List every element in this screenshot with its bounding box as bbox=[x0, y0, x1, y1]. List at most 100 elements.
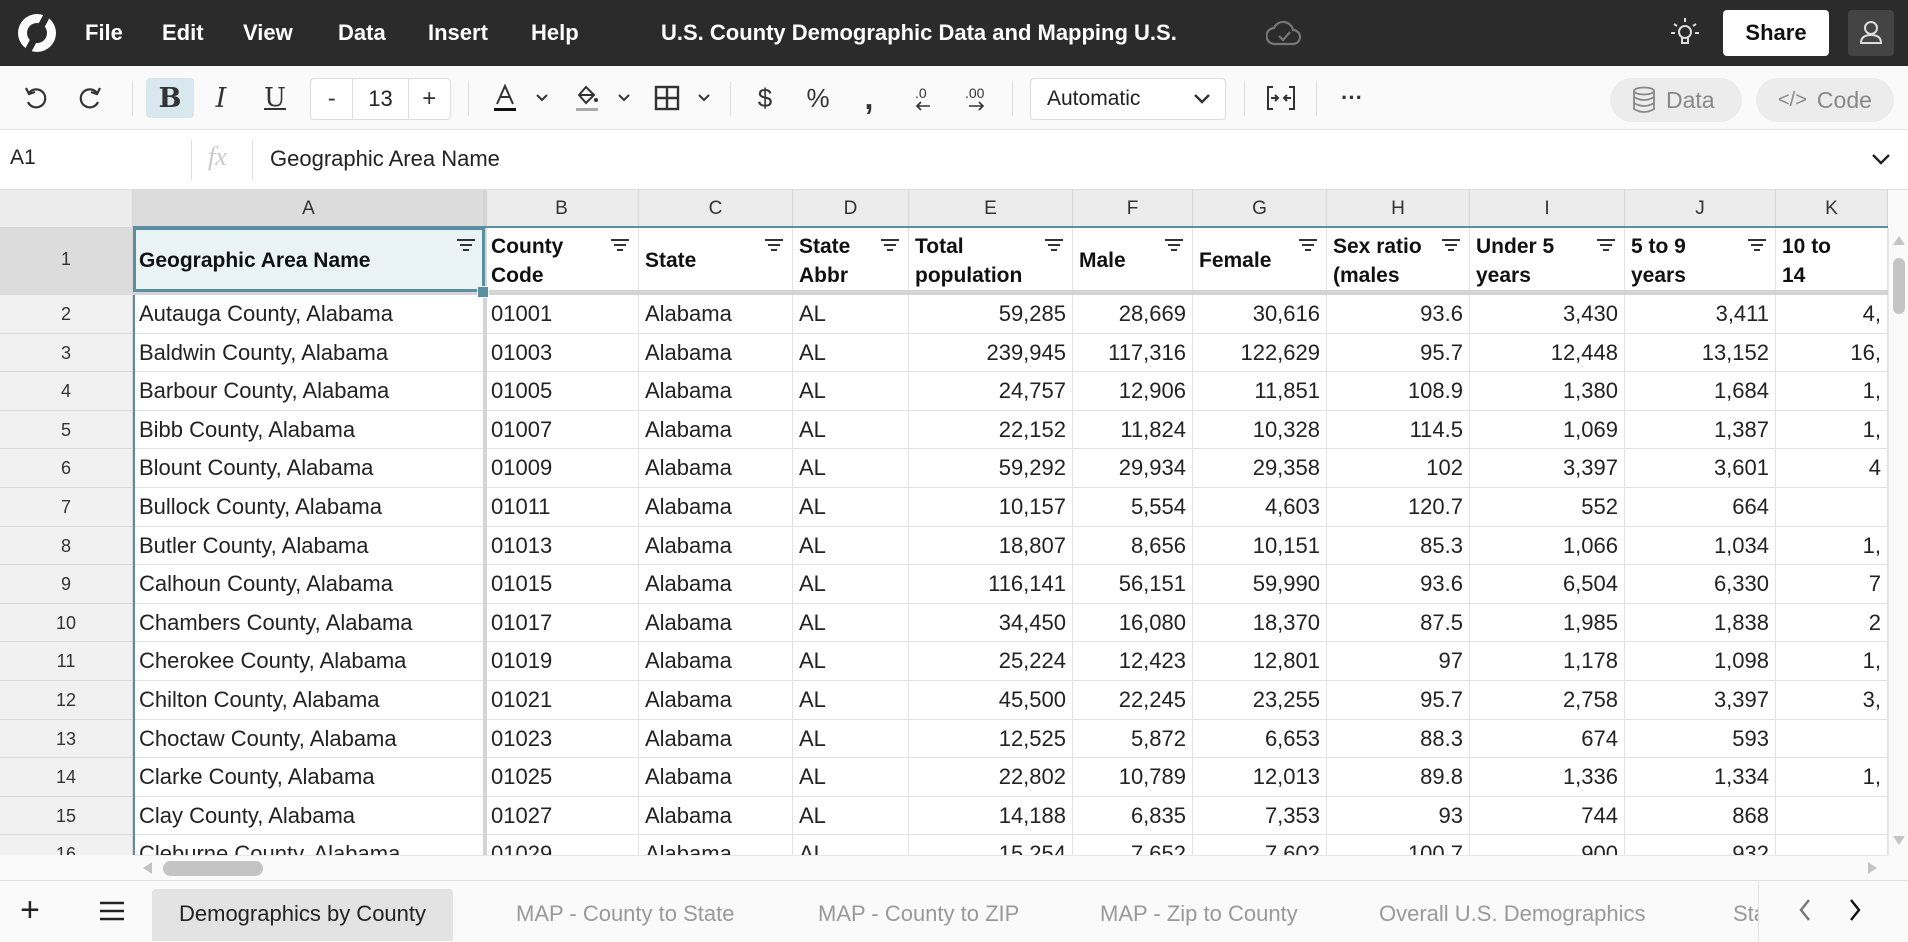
scroll-up-arrow-icon[interactable] bbox=[1893, 236, 1905, 245]
italic-button[interactable]: I bbox=[200, 78, 242, 118]
underline-button[interactable]: U bbox=[254, 78, 296, 118]
table-cell[interactable]: Chilton County, Alabama bbox=[133, 681, 485, 720]
table-cell[interactable]: AL bbox=[793, 642, 909, 681]
cell-reference-box[interactable]: A1 bbox=[10, 146, 36, 170]
table-cell[interactable]: 01011 bbox=[485, 488, 639, 527]
table-cell[interactable]: Bullock County, Alabama bbox=[133, 488, 485, 527]
wrap-text-button[interactable] bbox=[1262, 78, 1300, 118]
menu-view[interactable]: View bbox=[243, 20, 293, 46]
fill-color-button[interactable] bbox=[570, 78, 604, 118]
table-cell[interactable]: 1,178 bbox=[1470, 642, 1625, 681]
table-cell[interactable]: 7,652 bbox=[1073, 835, 1193, 855]
share-button[interactable]: Share bbox=[1723, 10, 1829, 56]
table-cell[interactable]: 29,934 bbox=[1073, 449, 1193, 488]
table-cell[interactable]: 56,151 bbox=[1073, 565, 1193, 604]
row-header-12[interactable]: 12 bbox=[0, 681, 133, 720]
table-cell[interactable]: 15,254 bbox=[909, 835, 1073, 855]
header-cell[interactable]: 5 to 9 years bbox=[1625, 228, 1776, 290]
header-cell[interactable]: Male bbox=[1073, 228, 1193, 290]
table-cell[interactable]: Alabama bbox=[639, 410, 793, 450]
table-cell[interactable]: 59,990 bbox=[1193, 565, 1327, 604]
table-cell[interactable]: 18,807 bbox=[909, 526, 1073, 566]
table-cell[interactable]: Cherokee County, Alabama bbox=[133, 642, 485, 681]
undo-button[interactable] bbox=[18, 78, 54, 118]
column-header-f[interactable]: F bbox=[1073, 190, 1193, 228]
table-cell[interactable]: Alabama bbox=[639, 565, 793, 604]
table-cell[interactable]: 45,500 bbox=[909, 681, 1073, 720]
text-color-dropdown[interactable] bbox=[530, 78, 554, 118]
table-cell[interactable]: 664 bbox=[1625, 488, 1776, 527]
horizontal-scroll-thumb[interactable] bbox=[163, 861, 263, 876]
table-cell[interactable]: 93.6 bbox=[1327, 565, 1470, 604]
menu-help[interactable]: Help bbox=[531, 20, 579, 46]
table-cell[interactable]: Calhoun County, Alabama bbox=[133, 565, 485, 604]
table-cell[interactable]: 97 bbox=[1327, 642, 1470, 681]
table-cell[interactable] bbox=[1776, 488, 1888, 527]
table-cell[interactable]: AL bbox=[793, 603, 909, 643]
table-cell[interactable]: 88.3 bbox=[1327, 719, 1470, 759]
column-header-g[interactable]: G bbox=[1193, 190, 1327, 228]
table-cell[interactable]: Alabama bbox=[639, 719, 793, 759]
borders-button[interactable] bbox=[650, 78, 684, 118]
table-cell[interactable]: Choctaw County, Alabama bbox=[133, 719, 485, 759]
table-cell[interactable]: Alabama bbox=[639, 295, 793, 334]
table-cell[interactable]: 59,292 bbox=[909, 449, 1073, 488]
increase-decimal-button[interactable]: .00 bbox=[960, 78, 994, 118]
table-cell[interactable]: AL bbox=[793, 488, 909, 527]
text-color-button[interactable] bbox=[488, 78, 522, 118]
table-cell[interactable]: Alabama bbox=[639, 372, 793, 411]
table-cell[interactable]: 01023 bbox=[485, 719, 639, 759]
filter-icon[interactable] bbox=[1298, 238, 1318, 254]
table-cell[interactable]: 01007 bbox=[485, 410, 639, 450]
table-cell[interactable]: 12,423 bbox=[1073, 642, 1193, 681]
table-cell[interactable]: AL bbox=[793, 835, 909, 855]
table-cell[interactable]: 24,757 bbox=[909, 372, 1073, 411]
table-cell[interactable]: 85.3 bbox=[1327, 526, 1470, 566]
add-sheet-button[interactable]: + bbox=[20, 893, 40, 927]
header-cell[interactable]: Sex ratio (males bbox=[1327, 228, 1470, 290]
table-cell[interactable]: 01009 bbox=[485, 449, 639, 488]
table-cell[interactable]: 3,601 bbox=[1625, 449, 1776, 488]
table-cell[interactable]: Alabama bbox=[639, 758, 793, 797]
table-cell[interactable]: 4, bbox=[1776, 295, 1888, 334]
table-cell[interactable]: Autauga County, Alabama bbox=[133, 295, 485, 334]
vertical-scrollbar[interactable] bbox=[1888, 228, 1908, 855]
header-cell[interactable]: Total population bbox=[909, 228, 1073, 290]
table-cell[interactable]: Alabama bbox=[639, 796, 793, 836]
table-cell[interactable]: 744 bbox=[1470, 796, 1625, 836]
formula-input[interactable]: Geographic Area Name bbox=[270, 146, 500, 172]
table-cell[interactable]: 93 bbox=[1327, 796, 1470, 836]
column-header-j[interactable]: J bbox=[1625, 190, 1776, 228]
expand-formula-chevron-icon[interactable] bbox=[1870, 148, 1892, 170]
chevron-left-icon[interactable] bbox=[1795, 895, 1815, 925]
table-cell[interactable]: 1, bbox=[1776, 642, 1888, 681]
header-cell[interactable]: 10 to 14years bbox=[1776, 228, 1888, 290]
table-cell[interactable]: 1,066 bbox=[1470, 526, 1625, 566]
table-cell[interactable]: 01005 bbox=[485, 372, 639, 411]
table-cell[interactable]: 95.7 bbox=[1327, 333, 1470, 373]
table-cell[interactable]: 23,255 bbox=[1193, 681, 1327, 720]
table-cell[interactable]: 01029 bbox=[485, 835, 639, 855]
filter-icon[interactable] bbox=[764, 238, 784, 254]
table-cell[interactable]: AL bbox=[793, 681, 909, 720]
table-cell[interactable]: 6,653 bbox=[1193, 719, 1327, 759]
table-cell[interactable]: 87.5 bbox=[1327, 603, 1470, 643]
number-format-select[interactable]: Automatic bbox=[1030, 78, 1226, 120]
row-header-16[interactable]: 16 bbox=[0, 835, 133, 855]
sheet-tab[interactable]: MAP - County to ZIP bbox=[791, 889, 1046, 941]
row-header-15[interactable]: 15 bbox=[0, 796, 133, 836]
table-cell[interactable]: 10,151 bbox=[1193, 526, 1327, 566]
table-cell[interactable]: 1,380 bbox=[1470, 372, 1625, 411]
spreadsheet-grid[interactable]: A B C D E F G H I J K 1 Geographic Area Name County Co… bbox=[0, 190, 1888, 855]
row-header-3[interactable]: 3 bbox=[0, 333, 133, 373]
table-cell[interactable]: Chambers County, Alabama bbox=[133, 603, 485, 643]
table-cell[interactable]: 100.7 bbox=[1327, 835, 1470, 855]
table-cell[interactable]: 01003 bbox=[485, 333, 639, 373]
row-header-9[interactable]: 9 bbox=[0, 565, 133, 604]
filter-icon[interactable] bbox=[1441, 238, 1461, 254]
table-cell[interactable]: Alabama bbox=[639, 603, 793, 643]
table-cell[interactable]: 12,906 bbox=[1073, 372, 1193, 411]
table-cell[interactable]: 1, bbox=[1776, 758, 1888, 797]
table-cell[interactable]: AL bbox=[793, 333, 909, 373]
table-cell[interactable]: 59,285 bbox=[909, 295, 1073, 334]
